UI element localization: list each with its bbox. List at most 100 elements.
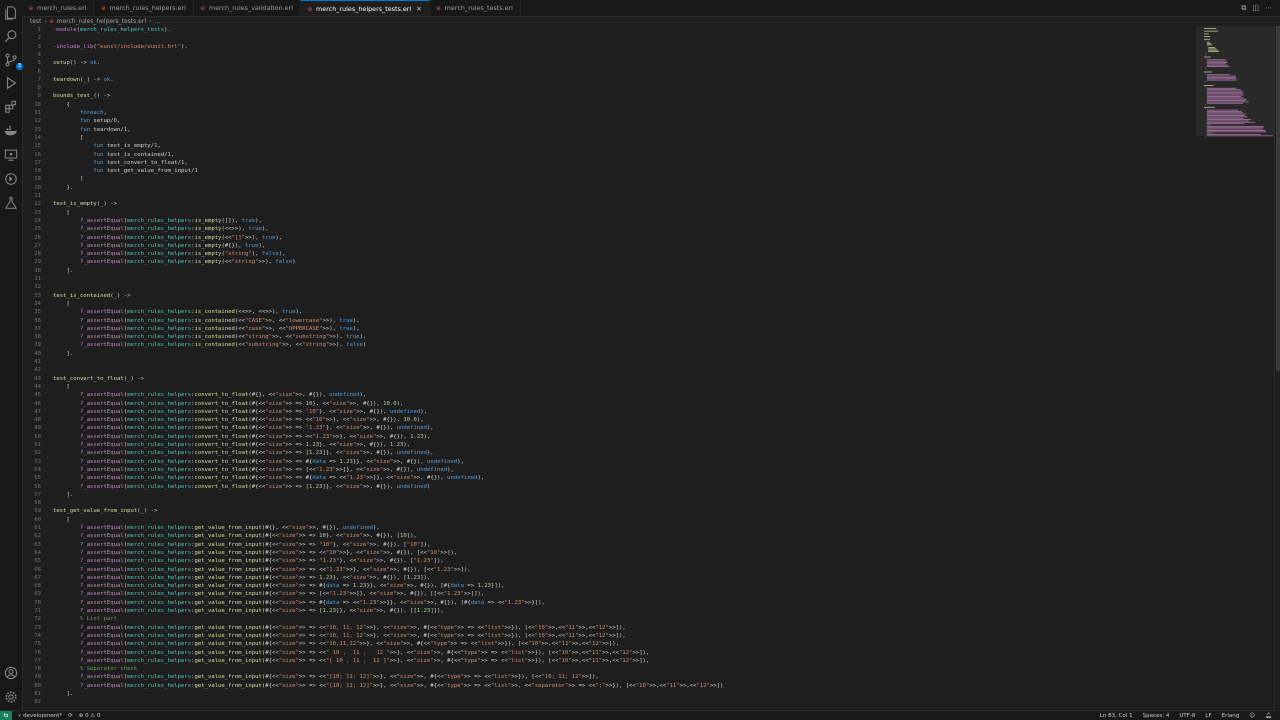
tab-merch-rules-helpers-tests[interactable]: e merch_rules_helpers_tests.erl ✕: [301, 0, 430, 16]
code-line[interactable]: 45 ?_assertEqual(merch_rules_helpers:con…: [22, 391, 1194, 399]
code-line[interactable]: 17 fun test_convert_to_float/1,: [22, 159, 1194, 167]
code-line[interactable]: 37 ?_assertEqual(merch_rules_helpers:is_…: [22, 325, 1194, 333]
scrollbar-thumb[interactable]: [1276, 26, 1280, 371]
code-line[interactable]: 38 ?_assertEqual(merch_rules_helpers:is_…: [22, 333, 1194, 341]
code-line[interactable]: 24 ?_assertEqual(merch_rules_helpers:is_…: [22, 217, 1194, 225]
code-line[interactable]: 42: [22, 366, 1194, 374]
tab-merch-rules-tests[interactable]: e merch_rules_tests.erl: [429, 0, 521, 16]
code-line[interactable]: 80 ?_assertEqual(merch_rules_helpers:get…: [22, 682, 1194, 690]
code-line[interactable]: 31: [22, 275, 1194, 283]
code-line[interactable]: 8: [22, 84, 1194, 92]
code-line[interactable]: 28 ?_assertEqual(merch_rules_helpers:is_…: [22, 250, 1194, 258]
feedback-icon[interactable]: ☺: [1249, 713, 1255, 719]
code-line[interactable]: 20 }.: [22, 184, 1194, 192]
code-line[interactable]: 57 ].: [22, 491, 1194, 499]
end-of-line[interactable]: LF: [1205, 713, 1211, 719]
code-line[interactable]: 10 {: [22, 101, 1194, 109]
code-line[interactable]: 58: [22, 499, 1194, 507]
code-line[interactable]: 6: [22, 68, 1194, 76]
code-editor[interactable]: 1 -module(merch_rules_helpers_tests). 2 3 -i…: [22, 26, 1194, 710]
sync-icon[interactable]: ⟳: [68, 713, 73, 719]
timeline-icon[interactable]: [4, 172, 18, 186]
code-line[interactable]: 3 -include_lib("eunit/include/eunit.hrl")…: [22, 43, 1194, 51]
code-line[interactable]: 22 test_is_empty(_) ->: [22, 200, 1194, 208]
code-line[interactable]: 78 % Separator check: [22, 665, 1194, 673]
more-actions-icon[interactable]: ⋯: [1265, 4, 1272, 12]
code-line[interactable]: 49 ?_assertEqual(merch_rules_helpers:con…: [22, 424, 1194, 432]
code-line[interactable]: 68 ?_assertEqual(merch_rules_helpers:get…: [22, 582, 1194, 590]
code-line[interactable]: 64 ?_assertEqual(merch_rules_helpers:get…: [22, 549, 1194, 557]
code-line[interactable]: 26 ?_assertEqual(merch_rules_helpers:is_…: [22, 234, 1194, 242]
vertical-scrollbar[interactable]: [1274, 26, 1280, 710]
breadcrumb-file[interactable]: merch_rules_helpers_tests.erl: [57, 18, 146, 25]
code-line[interactable]: 47 ?_assertEqual(merch_rules_helpers:con…: [22, 408, 1194, 416]
code-line[interactable]: 11 foreach,: [22, 109, 1194, 117]
code-line[interactable]: 67 ?_assertEqual(merch_rules_helpers:get…: [22, 574, 1194, 582]
indentation[interactable]: Spaces: 4: [1143, 713, 1170, 719]
tab-merch-rules-validation[interactable]: e merch_rules_validation.erl: [193, 0, 302, 16]
code-line[interactable]: 77 ?_assertEqual(merch_rules_helpers:get…: [22, 657, 1194, 665]
code-line[interactable]: 71 ?_assertEqual(merch_rules_helpers:get…: [22, 607, 1194, 615]
code-line[interactable]: 33 test_is_contained(_) ->: [22, 292, 1194, 300]
code-line[interactable]: 35 ?_assertEqual(merch_rules_helpers:is_…: [22, 308, 1194, 316]
code-line[interactable]: 15 fun test_is_empty/1,: [22, 142, 1194, 150]
code-line[interactable]: 25 ?_assertEqual(merch_rules_helpers:is_…: [22, 225, 1194, 233]
code-line[interactable]: 60 [: [22, 516, 1194, 524]
code-line[interactable]: 46 ?_assertEqual(merch_rules_helpers:con…: [22, 400, 1194, 408]
code-line[interactable]: 9 bounds_test_() ->: [22, 92, 1194, 100]
code-line[interactable]: 21: [22, 192, 1194, 200]
code-line[interactable]: 76 ?_assertEqual(merch_rules_helpers:get…: [22, 649, 1194, 657]
tab-merch-rules[interactable]: e merch_rules.erl: [22, 0, 95, 16]
split-editor-icon[interactable]: ◫: [1252, 4, 1259, 12]
code-line[interactable]: 63 ?_assertEqual(merch_rules_helpers:get…: [22, 541, 1194, 549]
code-line[interactable]: 43 test_convert_to_float(_) ->: [22, 375, 1194, 383]
account-icon[interactable]: [4, 666, 18, 680]
code-line[interactable]: 65 ?_assertEqual(merch_rules_helpers:get…: [22, 557, 1194, 565]
code-line[interactable]: 30 ].: [22, 267, 1194, 275]
run-debug-icon[interactable]: [4, 76, 18, 90]
code-line[interactable]: 27 ?_assertEqual(merch_rules_helpers:is_…: [22, 242, 1194, 250]
bell-icon[interactable]: 🔔︎: [1265, 713, 1272, 719]
code-line[interactable]: 14 [: [22, 134, 1194, 142]
code-line[interactable]: 50 ?_assertEqual(merch_rules_helpers:con…: [22, 433, 1194, 441]
code-line[interactable]: 12 fun setup/0,: [22, 117, 1194, 125]
code-line[interactable]: 82: [22, 698, 1194, 706]
tab-merch-rules-helpers[interactable]: e merch_rules_helpers.erl: [94, 0, 194, 16]
code-line[interactable]: 16 fun test_is_contained/1,: [22, 151, 1194, 159]
code-line[interactable]: 44 [: [22, 383, 1194, 391]
breadcrumb-folder[interactable]: test: [30, 18, 42, 25]
code-line[interactable]: 81 ].: [22, 690, 1194, 698]
encoding[interactable]: UTF-8: [1179, 713, 1195, 719]
open-changes-icon[interactable]: ⧉: [1241, 4, 1246, 13]
code-line[interactable]: 19 ]: [22, 175, 1194, 183]
code-line[interactable]: 62 ?_assertEqual(merch_rules_helpers:get…: [22, 532, 1194, 540]
code-line[interactable]: 29 ?_assertEqual(merch_rules_helpers:is_…: [22, 258, 1194, 266]
remote-explorer-icon[interactable]: [4, 148, 18, 162]
code-line[interactable]: 74 ?_assertEqual(merch_rules_helpers:get…: [22, 632, 1194, 640]
code-line[interactable]: 51 ?_assertEqual(merch_rules_helpers:con…: [22, 441, 1194, 449]
code-line[interactable]: 40 ].: [22, 350, 1194, 358]
source-control-icon[interactable]: 3: [4, 53, 23, 70]
code-line[interactable]: 2: [22, 34, 1194, 42]
code-line[interactable]: 34 [: [22, 300, 1194, 308]
code-line[interactable]: 55 ?_assertEqual(merch_rules_helpers:con…: [22, 474, 1194, 482]
code-line[interactable]: 66 ?_assertEqual(merch_rules_helpers:get…: [22, 566, 1194, 574]
code-line[interactable]: 4: [22, 51, 1194, 59]
code-line[interactable]: 56 ?_assertEqual(merch_rules_helpers:con…: [22, 483, 1194, 491]
code-line[interactable]: 69 ?_assertEqual(merch_rules_helpers:get…: [22, 590, 1194, 598]
code-line[interactable]: 23 [: [22, 209, 1194, 217]
code-line[interactable]: 5 setup() -> ok.: [22, 59, 1194, 67]
code-line[interactable]: 70 ?_assertEqual(merch_rules_helpers:get…: [22, 599, 1194, 607]
code-line[interactable]: 13 fun teardown/1,: [22, 126, 1194, 134]
code-line[interactable]: 61 ?_assertEqual(merch_rules_helpers:get…: [22, 524, 1194, 532]
extensions-icon[interactable]: [4, 100, 18, 114]
language-mode[interactable]: Erlang: [1222, 713, 1240, 719]
breadcrumb-more[interactable]: ...: [154, 18, 160, 25]
minimap[interactable]: [1196, 26, 1274, 710]
code-line[interactable]: 52 ?_assertEqual(merch_rules_helpers:con…: [22, 449, 1194, 457]
code-line[interactable]: 1 -module(merch_rules_helpers_tests).: [22, 26, 1194, 34]
code-line[interactable]: 7 teardown(_) -> ok.: [22, 76, 1194, 84]
code-line[interactable]: 75 ?_assertEqual(merch_rules_helpers:get…: [22, 640, 1194, 648]
testing-icon[interactable]: [4, 196, 18, 210]
problems-indicator[interactable]: ⊗ 0 ⚠ 0: [79, 713, 101, 719]
